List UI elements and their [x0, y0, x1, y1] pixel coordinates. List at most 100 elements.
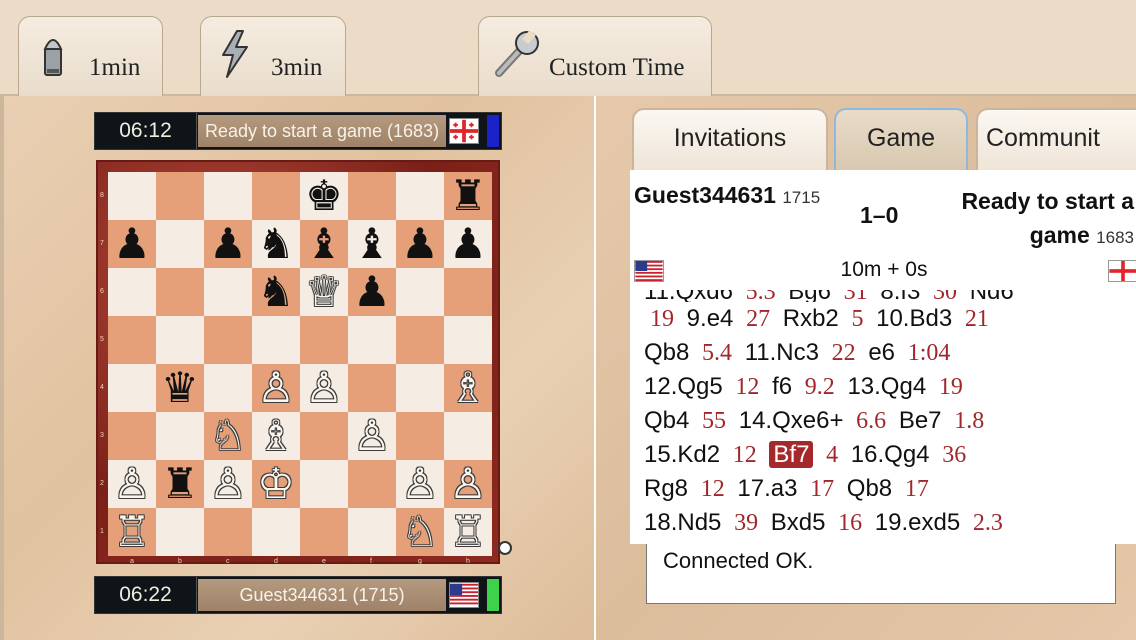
move[interactable]: 16.Qg4 — [851, 441, 930, 468]
board-flip-handle[interactable] — [498, 541, 512, 555]
square-g8[interactable] — [396, 172, 444, 220]
black-piece-g7[interactable]: ♟ — [396, 220, 444, 268]
square-e5[interactable] — [300, 316, 348, 364]
move[interactable]: Rg8 — [644, 475, 688, 502]
white-piece-h1[interactable]: ♖ — [444, 508, 492, 556]
square-c6[interactable] — [204, 268, 252, 316]
move[interactable]: 11.Qxd6 — [644, 290, 733, 302]
white-piece-e6[interactable]: ♕ — [300, 268, 348, 316]
square-b5[interactable] — [156, 316, 204, 364]
move[interactable]: 10.Bd3 — [876, 305, 952, 332]
move[interactable]: 9.e4 — [687, 305, 734, 332]
square-h6[interactable] — [444, 268, 492, 316]
black-piece-e8[interactable]: ♚ — [300, 172, 348, 220]
white-piece-c3[interactable]: ♘ — [204, 412, 252, 460]
square-a4[interactable] — [108, 364, 156, 412]
move[interactable]: Be7 — [899, 407, 942, 434]
square-f8[interactable] — [348, 172, 396, 220]
black-piece-h7[interactable]: ♟ — [444, 220, 492, 268]
move[interactable]: 17.a3 — [737, 475, 797, 502]
move-time: 17 — [810, 476, 835, 502]
black-piece-d7[interactable]: ♞ — [252, 220, 300, 268]
square-f1[interactable] — [348, 508, 396, 556]
custom-time-button[interactable]: Custom Time — [478, 16, 712, 96]
white-piece-d4[interactable]: ♙ — [252, 364, 300, 412]
square-a3[interactable] — [108, 412, 156, 460]
square-c1[interactable] — [204, 508, 252, 556]
square-e3[interactable] — [300, 412, 348, 460]
move[interactable]: e6 — [868, 339, 895, 366]
white-piece-c2[interactable]: ♙ — [204, 460, 252, 508]
one-minute-button[interactable]: 1min — [18, 16, 163, 96]
white-piece-f3[interactable]: ♙ — [348, 412, 396, 460]
three-minute-button[interactable]: 3min — [200, 16, 346, 96]
white-piece-g2[interactable]: ♙ — [396, 460, 444, 508]
square-c5[interactable] — [204, 316, 252, 364]
square-g6[interactable] — [396, 268, 444, 316]
square-e2[interactable] — [300, 460, 348, 508]
square-f2[interactable] — [348, 460, 396, 508]
square-h3[interactable] — [444, 412, 492, 460]
move[interactable]: Qb8 — [644, 339, 689, 366]
square-g3[interactable] — [396, 412, 444, 460]
move[interactable]: 8.f3 — [880, 290, 920, 302]
square-b7[interactable] — [156, 220, 204, 268]
white-piece-h2[interactable]: ♙ — [444, 460, 492, 508]
square-c8[interactable] — [204, 172, 252, 220]
move-list[interactable]: 11.Qxd6 5.3 Bg6 31 8.f3 30 Nd6 19 9.e4 2… — [630, 290, 1136, 544]
square-a6[interactable] — [108, 268, 156, 316]
move[interactable]: Qb4 — [644, 407, 689, 434]
move[interactable]: Bg6 — [788, 290, 831, 302]
white-piece-e4[interactable]: ♙ — [300, 364, 348, 412]
square-a8[interactable] — [108, 172, 156, 220]
square-d1[interactable] — [252, 508, 300, 556]
chess-board[interactable]: 8 7 6 5 4 3 2 1 a b c d e f g h ♚ ♜ ♟ ♟ ♞ ♝ ♝ ♟ ♟ ♞ ♕ ♟ ♛ ♙ ♙ ♗ ♘ ♗ ♙ ♙ ♜ ♙ ♔ ♙… — [100, 172, 492, 565]
white-piece-d2[interactable]: ♔ — [252, 460, 300, 508]
move[interactable]: 14.Qxe6+ — [739, 407, 844, 434]
square-e1[interactable] — [300, 508, 348, 556]
move[interactable]: 19.exd5 — [875, 509, 960, 536]
tab-game[interactable]: Game — [834, 108, 968, 170]
black-piece-h8[interactable]: ♜ — [444, 172, 492, 220]
top-player-name: Ready to start a game (1683) — [198, 115, 446, 147]
move[interactable]: 12.Qg5 — [644, 373, 723, 400]
white-piece-g1[interactable]: ♘ — [396, 508, 444, 556]
square-b6[interactable] — [156, 268, 204, 316]
square-h5[interactable] — [444, 316, 492, 364]
black-piece-b2[interactable]: ♜ — [156, 460, 204, 508]
current-move[interactable]: Bf7 — [769, 441, 814, 468]
tab-invitations[interactable]: Invitations — [632, 108, 828, 170]
square-b3[interactable] — [156, 412, 204, 460]
black-piece-a7[interactable]: ♟ — [108, 220, 156, 268]
move[interactable]: 11.Nc3 — [745, 339, 819, 366]
move[interactable]: Nd6 — [970, 290, 1014, 302]
white-piece-a2[interactable]: ♙ — [108, 460, 156, 508]
square-b8[interactable] — [156, 172, 204, 220]
move[interactable]: Qb8 — [847, 475, 892, 502]
square-f4[interactable] — [348, 364, 396, 412]
square-c4[interactable] — [204, 364, 252, 412]
square-d8[interactable] — [252, 172, 300, 220]
move[interactable]: f6 — [772, 373, 792, 400]
white-piece-d3[interactable]: ♗ — [252, 412, 300, 460]
square-f5[interactable] — [348, 316, 396, 364]
tab-community[interactable]: Communit — [976, 108, 1136, 170]
move[interactable]: 18.Nd5 — [644, 509, 721, 536]
black-piece-f7[interactable]: ♝ — [348, 220, 396, 268]
black-piece-d6[interactable]: ♞ — [252, 268, 300, 316]
move[interactable]: Bxd5 — [771, 509, 826, 536]
square-g5[interactable] — [396, 316, 444, 364]
square-a5[interactable] — [108, 316, 156, 364]
white-piece-a1[interactable]: ♖ — [108, 508, 156, 556]
white-piece-h4[interactable]: ♗ — [444, 364, 492, 412]
black-piece-f6[interactable]: ♟ — [348, 268, 396, 316]
move[interactable]: Rxb2 — [783, 305, 839, 332]
square-g4[interactable] — [396, 364, 444, 412]
black-piece-b4[interactable]: ♛ — [156, 364, 204, 412]
black-piece-e7[interactable]: ♝ — [300, 220, 348, 268]
square-b1[interactable] — [156, 508, 204, 556]
square-d5[interactable] — [252, 316, 300, 364]
move[interactable]: 13.Qg4 — [847, 373, 926, 400]
black-piece-c7[interactable]: ♟ — [204, 220, 252, 268]
move[interactable]: 15.Kd2 — [644, 441, 720, 468]
